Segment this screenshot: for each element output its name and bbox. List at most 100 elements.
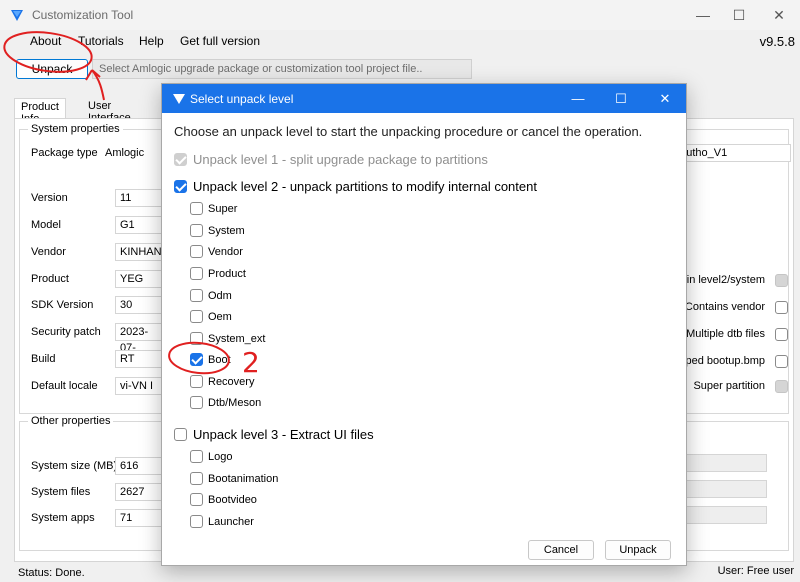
version-field[interactable]: 11 bbox=[115, 189, 165, 207]
user-status: User: Free user bbox=[717, 565, 794, 577]
dialog-title-bar: Select unpack level — ☐ ✕ bbox=[162, 84, 686, 113]
flag-checkbox[interactable] bbox=[775, 274, 788, 287]
menu-help[interactable]: Help bbox=[139, 34, 164, 48]
prop-label: Model bbox=[31, 219, 61, 231]
option-label: Recovery bbox=[208, 375, 255, 388]
checkbox[interactable] bbox=[190, 267, 203, 280]
checkbox[interactable] bbox=[190, 375, 203, 388]
dialog-instruction: Choose an unpack level to start the unpa… bbox=[174, 124, 643, 139]
menu-get-full-version[interactable]: Get full version bbox=[180, 34, 260, 48]
level3-item-logo[interactable]: Logo bbox=[190, 450, 232, 463]
option-label: Boot bbox=[208, 353, 231, 366]
level2-item-super[interactable]: Super bbox=[190, 202, 237, 215]
option-label: Bootvideo bbox=[208, 493, 257, 506]
other-properties-title: Other properties bbox=[28, 415, 114, 427]
security-patch-field[interactable]: 2023-07- bbox=[115, 323, 165, 354]
build-field[interactable]: RT bbox=[115, 350, 165, 368]
flag-checkbox[interactable] bbox=[775, 380, 788, 393]
option-label: Bootanimation bbox=[208, 472, 279, 485]
menu-tutorials[interactable]: Tutorials bbox=[78, 34, 124, 48]
option-label: Launcher bbox=[208, 515, 254, 528]
checkbox[interactable] bbox=[190, 224, 203, 237]
other-bar bbox=[675, 506, 767, 524]
prop-label: Default locale bbox=[31, 380, 98, 392]
level2-item-system-ext[interactable]: System_ext bbox=[190, 332, 265, 345]
level3-option[interactable]: Unpack level 3 - Extract UI files bbox=[174, 427, 374, 442]
level2-option[interactable]: Unpack level 2 - unpack partitions to mo… bbox=[174, 179, 537, 194]
app-logo-icon bbox=[11, 10, 23, 21]
version-label: v9.5.8 bbox=[759, 34, 795, 49]
option-label: Oem bbox=[208, 310, 232, 323]
close-button[interactable]: ✕ bbox=[756, 0, 800, 30]
level2-item-system[interactable]: System bbox=[190, 224, 245, 237]
other-bar bbox=[675, 480, 767, 498]
flag-checkbox[interactable] bbox=[775, 355, 788, 368]
title-bar: Customization Tool — ☐ ✕ bbox=[0, 0, 800, 30]
dialog-unpack-button[interactable]: Unpack bbox=[605, 540, 671, 560]
level2-item-vendor[interactable]: Vendor bbox=[190, 245, 243, 258]
level2-item-odm[interactable]: Odm bbox=[190, 289, 232, 302]
default-locale-field[interactable]: vi-VN I bbox=[115, 377, 165, 395]
dialog-logo-icon bbox=[173, 94, 185, 104]
checkbox[interactable] bbox=[190, 515, 203, 528]
level2-checkbox[interactable] bbox=[174, 180, 187, 193]
unpack-level-dialog: Select unpack level — ☐ ✕ Choose an unpa… bbox=[161, 83, 687, 566]
prop-label: Version bbox=[31, 192, 68, 204]
unpack-button[interactable]: Unpack bbox=[16, 59, 88, 79]
option-label: Super bbox=[208, 202, 238, 215]
level3-item-bootvideo[interactable]: Bootvideo bbox=[190, 493, 257, 506]
option-label: Product bbox=[208, 267, 246, 280]
level2-item-product[interactable]: Product bbox=[190, 267, 246, 280]
checkbox[interactable] bbox=[190, 289, 203, 302]
checkbox[interactable] bbox=[190, 310, 203, 323]
package-name-field[interactable]: phutho_V1 bbox=[669, 144, 791, 162]
level2-item-dtb-meson[interactable]: Dtb/Meson bbox=[190, 396, 261, 409]
checkbox[interactable] bbox=[190, 202, 203, 215]
tab-product-info[interactable]: Product Info bbox=[14, 98, 66, 125]
level2-item-recovery[interactable]: Recovery bbox=[190, 375, 254, 388]
option-label: System bbox=[208, 224, 245, 237]
flag-checkbox[interactable] bbox=[775, 301, 788, 314]
cancel-button[interactable]: Cancel bbox=[528, 540, 594, 560]
package-path-field[interactable]: Select Amlogic upgrade package or custom… bbox=[92, 59, 472, 79]
checkbox[interactable] bbox=[190, 332, 203, 345]
checkbox[interactable] bbox=[190, 353, 203, 366]
level1-label: Unpack level 1 - split upgrade package t… bbox=[193, 152, 488, 167]
option-label: Dtb/Meson bbox=[208, 396, 262, 409]
checkbox[interactable] bbox=[190, 472, 203, 485]
dialog-title: Select unpack level bbox=[190, 92, 294, 106]
menu-about[interactable]: About bbox=[30, 34, 61, 48]
product-field[interactable]: YEG bbox=[115, 270, 165, 288]
level2-item-oem[interactable]: Oem bbox=[190, 310, 232, 323]
prop-label: Build bbox=[31, 353, 56, 365]
checkbox[interactable] bbox=[190, 493, 203, 506]
level3-item-bootanimation[interactable]: Bootanimation bbox=[190, 472, 278, 485]
dialog-minimize-button[interactable]: — bbox=[555, 84, 601, 113]
checkbox[interactable] bbox=[190, 396, 203, 409]
status-text: Status: Done. bbox=[18, 567, 85, 579]
tab-user-interface[interactable]: User Interface bbox=[82, 98, 137, 124]
level3-item-launcher[interactable]: Launcher bbox=[190, 515, 254, 528]
window-title: Customization Tool bbox=[32, 8, 134, 22]
vendor-field[interactable]: KINHANH bbox=[115, 243, 170, 261]
other-bar bbox=[675, 454, 767, 472]
level3-checkbox[interactable] bbox=[174, 428, 187, 441]
dialog-maximize-button[interactable]: ☐ bbox=[598, 84, 644, 113]
prop-value: Amlogic bbox=[105, 147, 145, 159]
level2-item-boot[interactable]: Boot bbox=[190, 353, 231, 366]
checkbox[interactable] bbox=[190, 450, 203, 463]
flag-checkbox[interactable] bbox=[775, 328, 788, 341]
system-properties-title: System properties bbox=[28, 123, 123, 135]
checkbox[interactable] bbox=[190, 245, 203, 258]
system-files-field[interactable]: 2627 bbox=[115, 483, 165, 501]
level1-option: Unpack level 1 - split upgrade package t… bbox=[174, 152, 488, 167]
prop-label: Package type bbox=[31, 147, 98, 159]
model-field[interactable]: G1 bbox=[115, 216, 165, 234]
system-apps-field[interactable]: 71 bbox=[115, 509, 165, 527]
prop-label: Vendor bbox=[31, 246, 66, 258]
dialog-close-button[interactable]: ✕ bbox=[642, 84, 688, 113]
sdk-version-field[interactable]: 30 bbox=[115, 296, 165, 314]
prop-label: SDK Version bbox=[31, 299, 94, 311]
prop-label: System size (MB) bbox=[31, 460, 118, 472]
system-size-field[interactable]: 616 bbox=[115, 457, 165, 475]
